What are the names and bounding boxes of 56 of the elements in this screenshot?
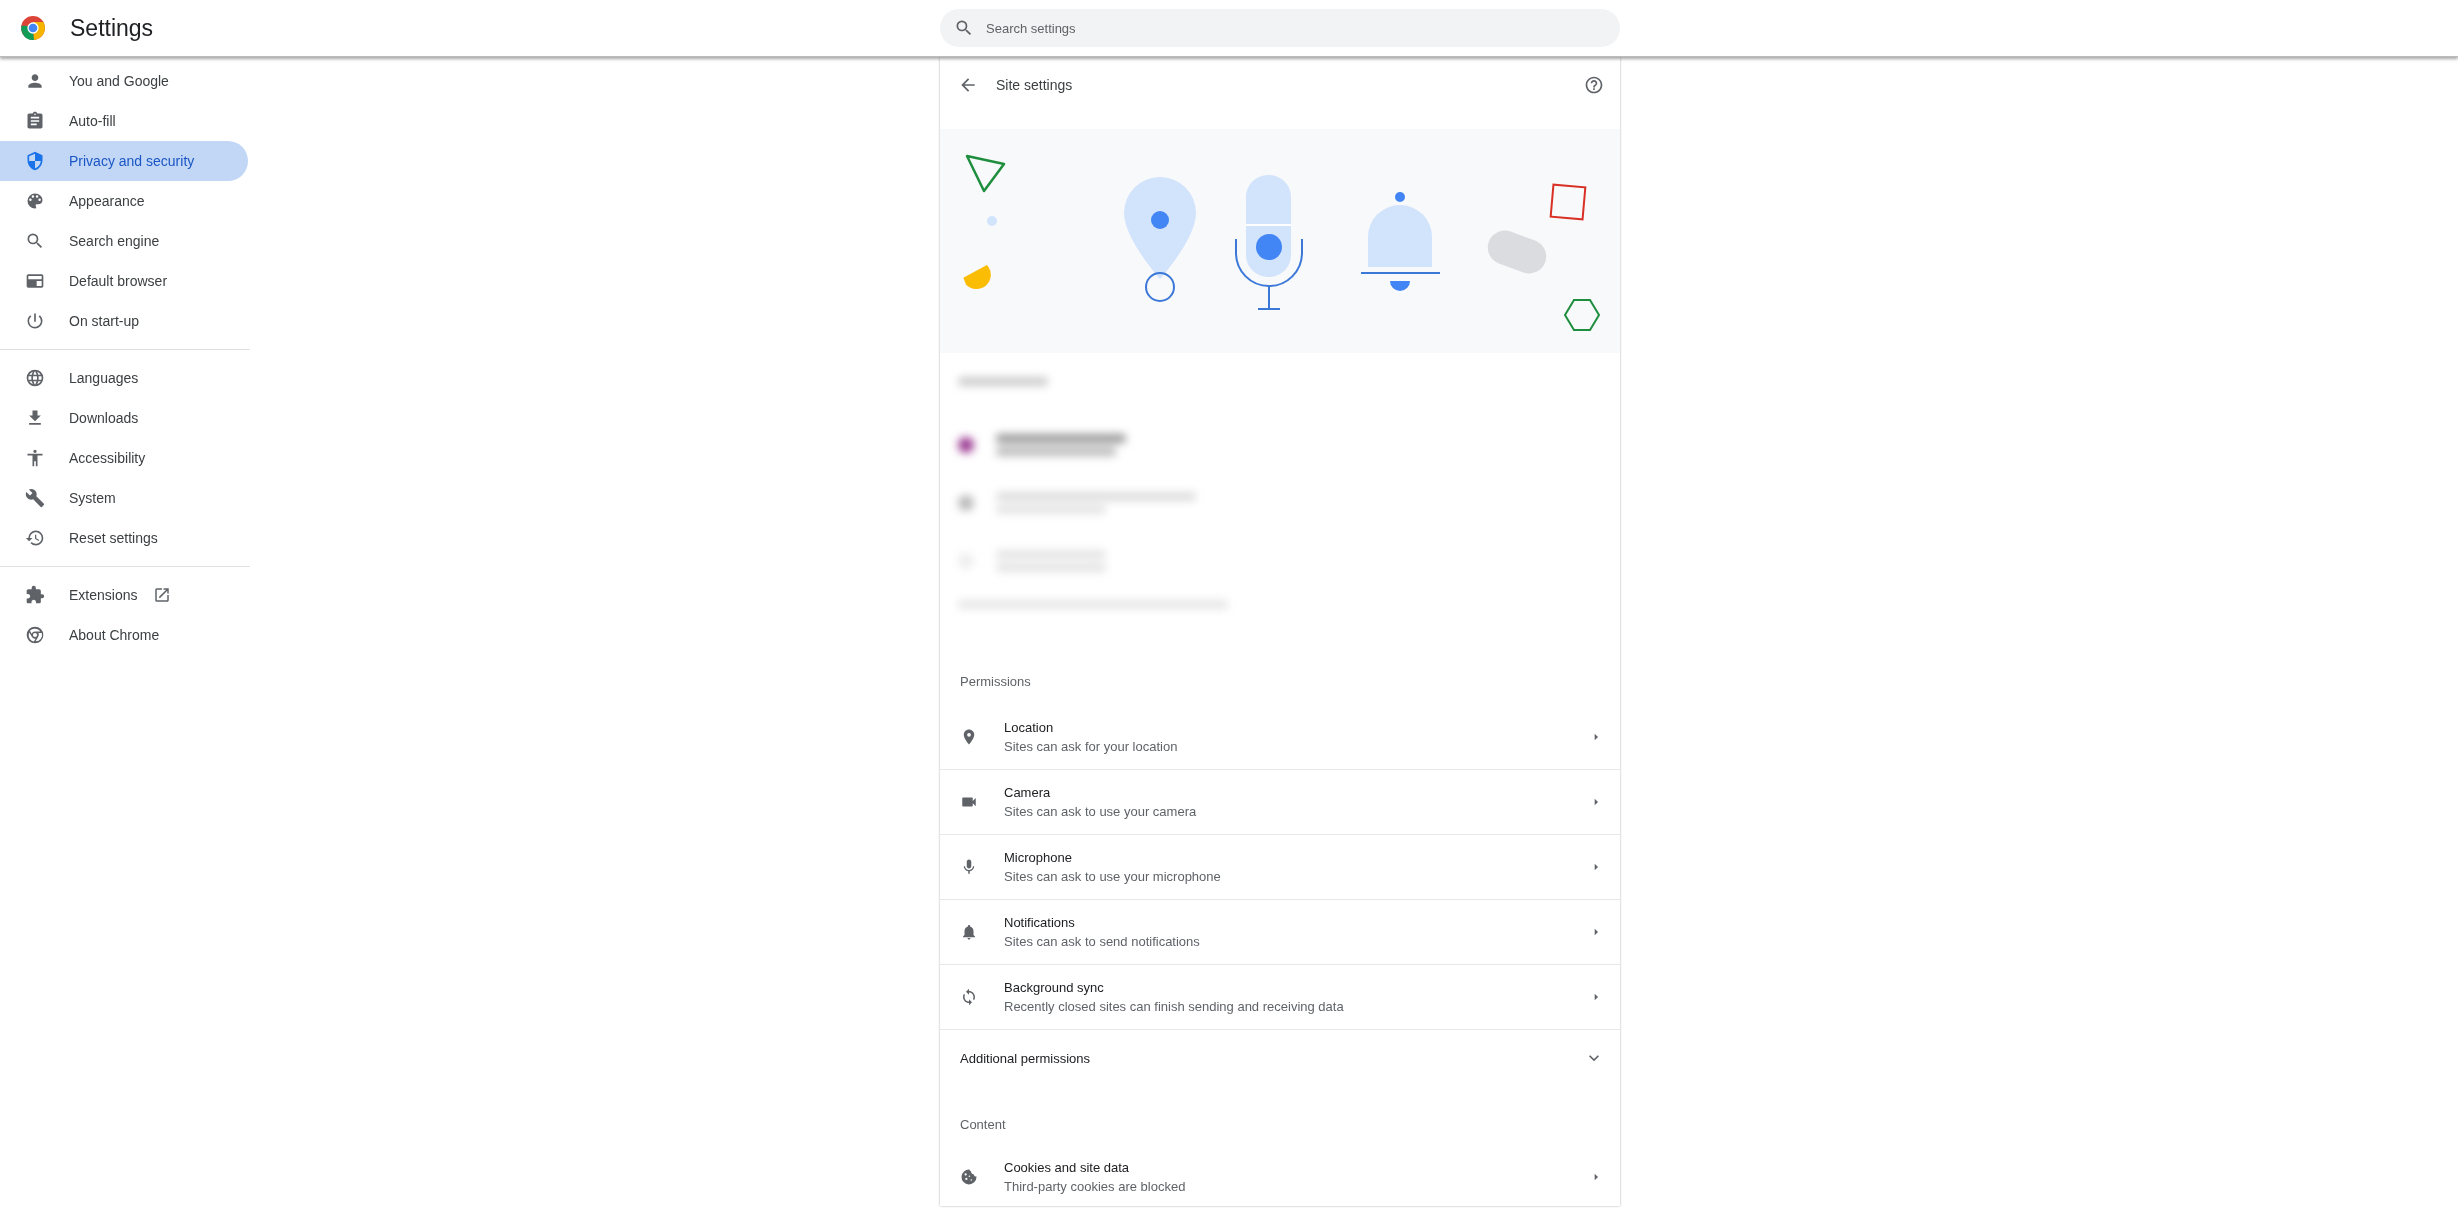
row-description: Sites can ask to use your microphone [1004, 869, 1222, 884]
sidebar-item[interactable]: System [0, 478, 248, 518]
history-icon [25, 528, 45, 548]
permission-row[interactable]: Camera Sites can ask to use your camera [940, 770, 1620, 835]
sidebar-item[interactable]: Extensions [0, 575, 248, 615]
puzzle-piece-icon [25, 585, 45, 605]
additional-permissions-row[interactable]: Additional permissions [940, 1030, 1620, 1086]
row-title: Microphone [1004, 850, 1073, 865]
globe-icon [25, 368, 45, 388]
row-description: Third-party cookies are blocked [1004, 1179, 1187, 1194]
sync-icon [960, 988, 978, 1006]
row-title: Camera [1004, 785, 1052, 800]
shield-icon [25, 151, 45, 171]
row-title: Notifications [1004, 915, 1076, 930]
row-description: Sites can ask to send notifications [1004, 934, 1201, 949]
cookie-icon [960, 1168, 978, 1186]
browser-logo-icon [20, 15, 46, 41]
wrench-icon [25, 488, 45, 508]
row-title: Location [1004, 720, 1055, 735]
section-heading: Permissions [959, 672, 1032, 691]
browser-logo-icon [25, 625, 45, 645]
app-title: Settings [70, 14, 154, 42]
sidebar-item[interactable]: Appearance [0, 181, 248, 221]
sidebar-item[interactable]: Auto-fill [0, 101, 248, 141]
sidebar-item[interactable]: Downloads [0, 398, 248, 438]
sidebar-item[interactable]: On start-up [0, 301, 248, 341]
browser-window-icon [25, 271, 45, 291]
search-field[interactable]: Search settings [940, 9, 1620, 47]
row-description: Recently closed sites can finish sending and receiving data [1004, 999, 1345, 1014]
palette-icon [25, 191, 45, 211]
permission-row[interactable]: Location Sites can ask for your location [940, 705, 1620, 770]
search-icon [25, 231, 45, 251]
row-title: Cookies and site data [1004, 1160, 1131, 1175]
sidebar-item[interactable]: Languages [0, 358, 248, 398]
permission-row[interactable]: Notifications Sites can ask to send notifications [940, 900, 1620, 965]
sidebar-item[interactable]: Privacy and security [0, 141, 248, 181]
row-title: Background sync [1004, 980, 1105, 995]
accessibility-icon [25, 448, 45, 468]
sidebar-item[interactable]: Reset settings [0, 518, 248, 558]
search-icon [954, 18, 974, 38]
sidebar-item[interactable]: Accessibility [0, 438, 248, 478]
sidebar-item[interactable]: About Chrome [0, 615, 248, 655]
sidebar-item[interactable]: Default browser [0, 261, 248, 301]
row-description: Sites can ask to use your camera [1004, 804, 1198, 819]
permission-row[interactable]: Background sync Recently closed sites can finish sending and receiving data [940, 965, 1620, 1030]
section-heading: Content [959, 1115, 1007, 1134]
page-title: Site settings [996, 77, 1073, 93]
sidebar-item[interactable]: You and Google [0, 61, 248, 101]
help-icon[interactable] [1584, 75, 1604, 95]
row-description: Sites can ask for your location [1004, 739, 1179, 754]
sidebar-item[interactable]: Search engine [0, 221, 248, 261]
power-icon [25, 311, 45, 331]
content-setting-row[interactable]: Cookies and site data Third-party cookies are blocked [940, 1148, 1620, 1206]
clipboard-icon [25, 111, 45, 131]
bell-icon [960, 923, 978, 941]
permission-row[interactable]: Microphone Sites can ask to use your microphone [940, 835, 1620, 900]
